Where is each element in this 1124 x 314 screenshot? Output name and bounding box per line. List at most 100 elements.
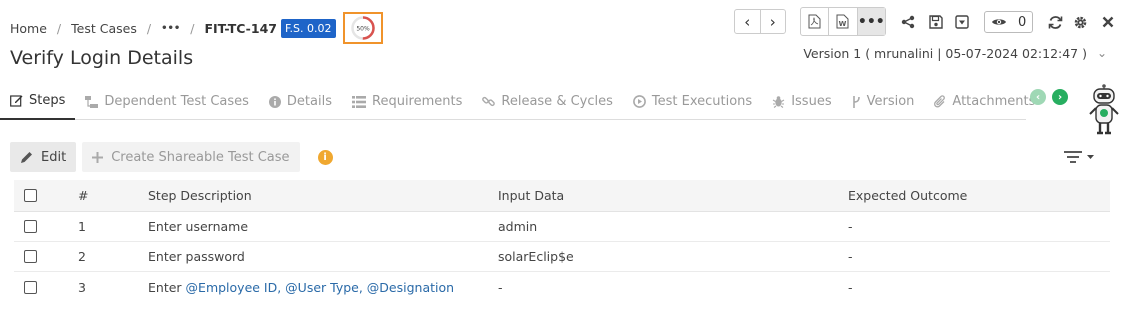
step-number: 1: [78, 219, 86, 234]
step-description: Enter @Employee ID, @User Type, @Designa…: [148, 272, 454, 302]
dropdown-box-icon[interactable]: [952, 12, 972, 32]
expected-outcome: -: [848, 249, 853, 264]
filter-icon[interactable]: [1062, 148, 1098, 166]
tab-requirements[interactable]: Requirements: [342, 84, 472, 120]
robot-assistant-icon[interactable]: [1084, 84, 1124, 136]
tab-bar: Steps Dependent Test Cases Details Requi…: [0, 84, 1035, 120]
page-title: Verify Login Details: [10, 47, 194, 69]
table-row[interactable]: 3 Enter @Employee ID, @User Type, @Desig…: [14, 272, 1110, 302]
scroll-left-icon[interactable]: ‹: [1030, 89, 1046, 105]
watch-button[interactable]: 0: [984, 11, 1033, 33]
tab-label: Issues: [791, 94, 832, 109]
breadcrumb: Home / Test Cases / ••• / FIT-TC-147 F.S…: [10, 12, 383, 44]
progress-ring: 50%: [350, 16, 375, 40]
input-data: admin: [498, 219, 538, 234]
tab-issues[interactable]: Issues: [762, 84, 841, 120]
tab-dependent-test-cases[interactable]: Dependent Test Cases: [75, 84, 259, 120]
tab-label: Dependent Test Cases: [104, 94, 249, 109]
tab-label: Test Executions: [651, 94, 753, 109]
tab-label: Attachments: [952, 94, 1036, 109]
word-export-icon[interactable]: W: [829, 8, 858, 35]
scroll-right-icon[interactable]: ›: [1052, 89, 1068, 105]
branch-icon: [852, 95, 861, 108]
breadcrumb-test-cases[interactable]: Test Cases: [71, 21, 137, 36]
tab-release-cycles[interactable]: Release & Cycles: [472, 84, 623, 120]
top-bar: Home / Test Cases / ••• / FIT-TC-147 F.S…: [0, 0, 1124, 44]
link-icon: [482, 95, 496, 108]
table-row[interactable]: 1 Enter username admin -: [14, 212, 1110, 242]
tab-label: Release & Cycles: [501, 94, 613, 109]
breadcrumb-separator: /: [56, 20, 62, 36]
tab-details[interactable]: Details: [259, 84, 342, 120]
progress-label: 50%: [356, 26, 370, 33]
fs-badge: F.S. 0.02: [280, 18, 336, 38]
tab-label: Version: [866, 94, 915, 109]
step-number: 3: [78, 279, 86, 295]
test-case-id: FIT-TC-147: [204, 20, 277, 36]
info-icon[interactable]: i: [317, 149, 333, 165]
column-header-number[interactable]: #: [78, 180, 88, 211]
step-description-prefix: Enter: [148, 279, 182, 295]
share-icon[interactable]: [898, 12, 918, 32]
edit-button[interactable]: Edit: [10, 142, 77, 172]
play-circle-icon: [632, 95, 646, 108]
tab-version[interactable]: Version: [842, 84, 925, 120]
refresh-icon[interactable]: [1045, 12, 1065, 32]
row-checkbox[interactable]: [24, 250, 37, 263]
tab-attachments[interactable]: Attachments: [924, 84, 1045, 120]
paperclip-icon: [934, 95, 946, 108]
pdf-export-icon[interactable]: [801, 8, 830, 35]
version-info: Version 1 ( mrunalini | 05-07-2024 02:12…: [803, 46, 1087, 61]
progress-indicator[interactable]: 50%: [342, 12, 383, 44]
next-record-icon[interactable]: ›: [761, 10, 786, 33]
close-icon[interactable]: [1098, 12, 1118, 32]
previous-record-icon[interactable]: ‹: [735, 10, 761, 33]
list-icon: [352, 95, 366, 108]
table-row[interactable]: 2 Enter password solarEclip$e -: [14, 242, 1110, 272]
step-number: 2: [78, 249, 86, 264]
input-data: solarEclip$e: [498, 249, 574, 264]
expected-outcome: -: [848, 219, 853, 234]
record-navigation: ‹ ›: [734, 9, 786, 34]
steps-toolbar: Edit Create Shareable Test Case i: [10, 142, 333, 172]
watch-count: 0: [1018, 14, 1027, 30]
step-description: Enter username: [148, 219, 249, 234]
plus-icon: [92, 151, 104, 163]
edit-icon: [10, 94, 23, 107]
tab-label: Steps: [29, 93, 66, 108]
row-checkbox[interactable]: [24, 220, 37, 233]
info-icon: [268, 95, 281, 108]
bug-icon: [772, 95, 785, 108]
step-description: Enter password: [148, 249, 245, 264]
more-options-button[interactable]: •••: [857, 8, 885, 35]
tab-label: Details: [286, 94, 332, 109]
edit-label: Edit: [41, 149, 67, 165]
save-icon[interactable]: [926, 12, 946, 32]
tab-steps[interactable]: Steps: [0, 84, 76, 120]
step-parameters-link[interactable]: @Employee ID, @User Type, @Designation: [186, 280, 455, 295]
breadcrumb-ellipsis[interactable]: •••: [161, 23, 180, 34]
tab-test-executions[interactable]: Test Executions: [623, 84, 762, 120]
create-shareable-label: Create Shareable Test Case: [111, 149, 290, 165]
eye-icon: [991, 19, 1006, 25]
breadcrumb-separator: /: [190, 20, 195, 36]
chevron-down-icon[interactable]: ⌄: [1097, 46, 1107, 60]
sitemap-icon: [85, 95, 99, 108]
row-checkbox[interactable]: [24, 280, 37, 294]
input-data: -: [498, 279, 503, 295]
svg-text:W: W: [839, 20, 847, 28]
column-header-expected-outcome[interactable]: Expected Outcome: [848, 180, 967, 211]
breadcrumb-separator: /: [146, 20, 152, 36]
gear-icon[interactable]: [1070, 12, 1090, 32]
pencil-icon: [20, 151, 33, 164]
export-group: W •••: [800, 7, 886, 36]
create-shareable-test-case-button[interactable]: Create Shareable Test Case: [82, 142, 300, 172]
column-header-input-data[interactable]: Input Data: [498, 180, 564, 211]
expected-outcome: -: [848, 279, 853, 295]
table-header: # Step Description Input Data Expected O…: [14, 180, 1110, 212]
select-all-checkbox[interactable]: [24, 189, 37, 202]
column-header-step-description[interactable]: Step Description: [148, 180, 252, 211]
steps-table: # Step Description Input Data Expected O…: [14, 180, 1110, 302]
breadcrumb-home[interactable]: Home: [10, 21, 47, 36]
tab-label: Requirements: [372, 94, 463, 109]
